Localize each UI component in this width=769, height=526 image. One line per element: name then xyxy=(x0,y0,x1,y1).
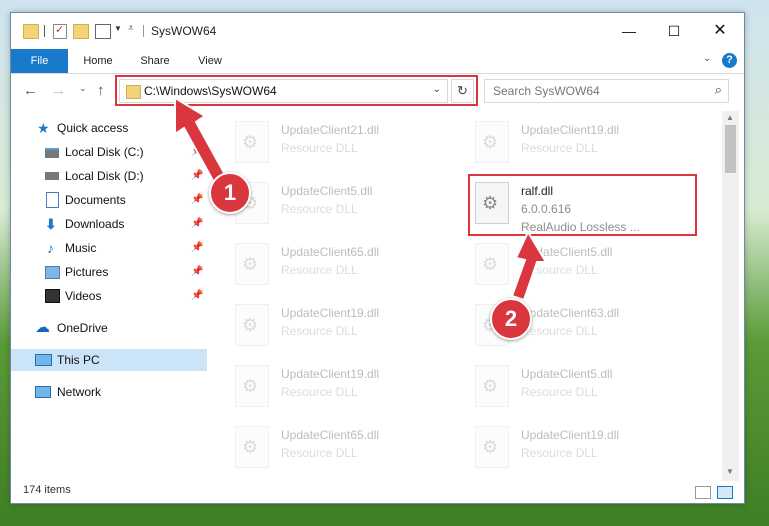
step-1-badge: 1 xyxy=(209,172,251,214)
arrow-1 xyxy=(174,96,230,188)
step-2-badge: 2 xyxy=(490,298,532,340)
arrow-2 xyxy=(510,229,548,302)
annotation-arrows xyxy=(174,96,548,302)
